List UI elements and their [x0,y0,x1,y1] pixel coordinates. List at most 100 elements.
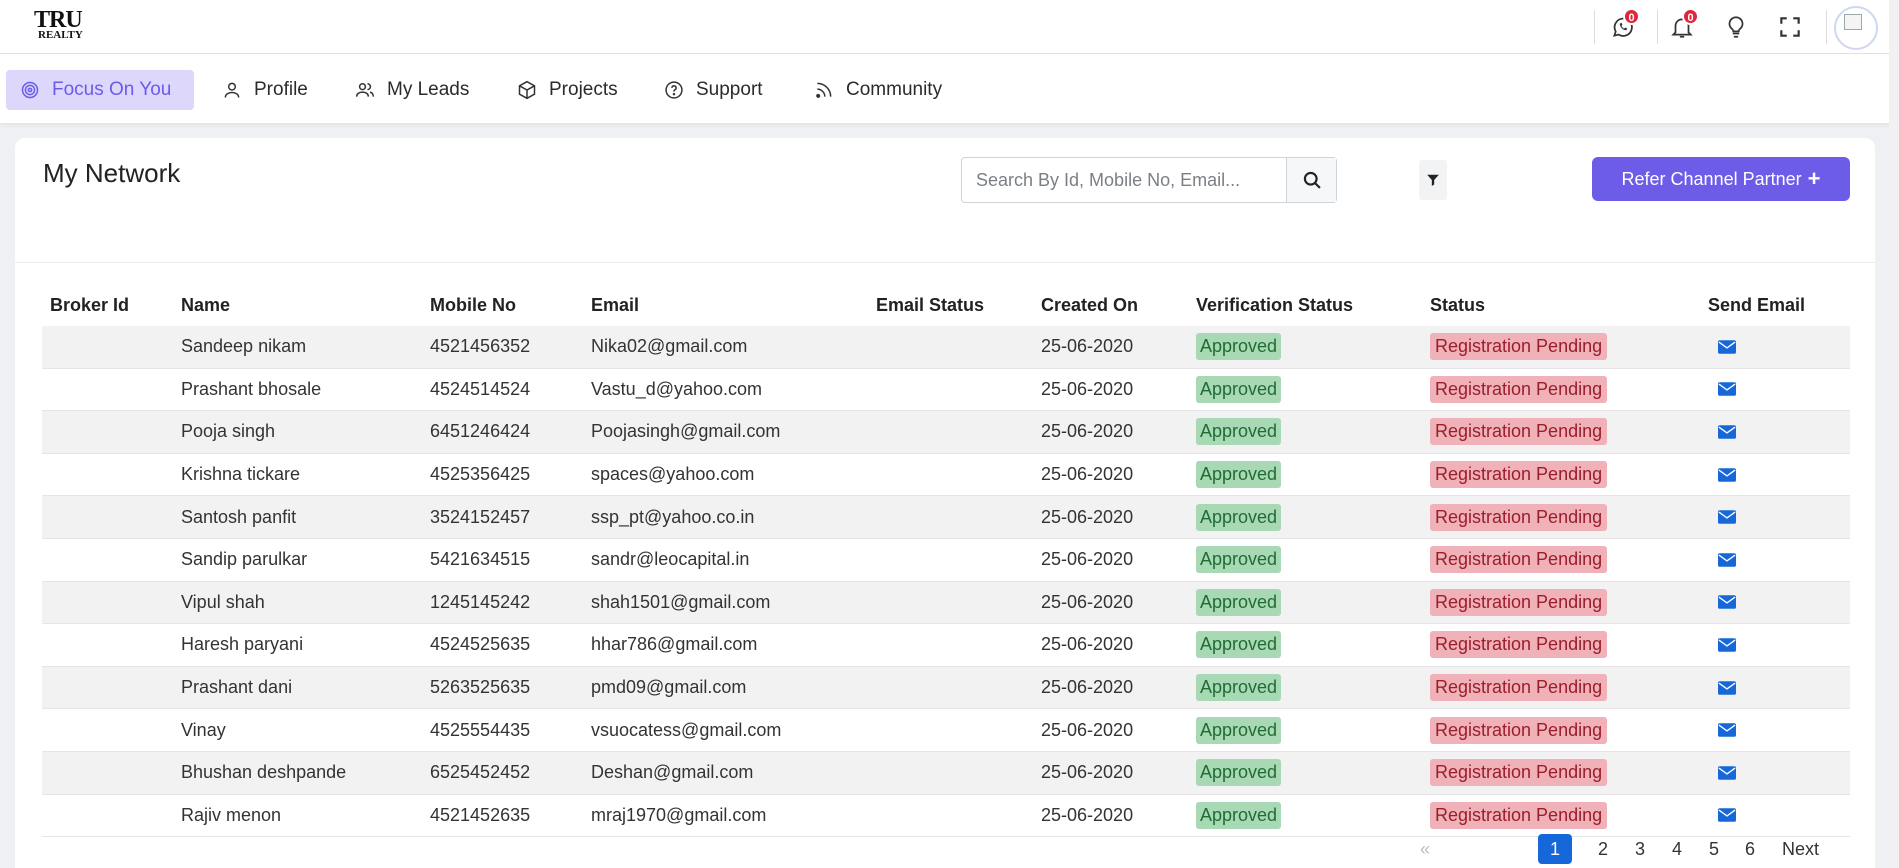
rss-icon [816,82,832,98]
mobile-cell: 6525452452 [430,762,531,783]
envelope-icon [1718,510,1736,524]
column-header[interactable]: Email Status [876,284,984,326]
column-header[interactable]: Email [591,284,639,326]
divider [1826,10,1827,44]
envelope-icon [1718,382,1736,397]
verification-status-badge: Approved [1196,375,1282,403]
status-cell: Registration Pending [1430,752,1608,794]
created-on-cell: 25-06-2020 [1041,549,1134,570]
column-header[interactable]: Name [181,284,230,326]
nav-focus-on-you[interactable]: Focus On You [6,70,194,110]
page-5-button[interactable]: 5 [1709,834,1719,864]
column-header[interactable]: Verification Status [1196,284,1353,326]
status-badge: Registration Pending [1430,503,1608,531]
user-avatar[interactable] [1834,6,1878,50]
name-cell: Sandeep nikam [181,336,307,357]
mobile-cell: 4521456352 [430,336,531,357]
created-on-cell: 25-06-2020 [1041,421,1134,442]
verification-status-badge: Approved [1196,461,1282,489]
column-header[interactable]: Send Email [1708,284,1805,326]
nav-community[interactable]: Community [800,70,956,110]
verification-status-badge: Approved [1196,418,1282,446]
nav-my-leads[interactable]: My Leads [341,70,483,110]
verification-status-cell: Approved [1196,454,1282,496]
page-2-button[interactable]: 2 [1598,834,1608,864]
status-cell: Registration Pending [1430,454,1608,496]
send-email-button[interactable] [1718,326,1736,368]
email-cell: ssp_pt@yahoo.co.in [591,506,755,527]
table-body: Sandeep nikam 4521456352 Nika02@gmail.com 2… [42,326,1850,838]
verification-status-badge: Approved [1196,716,1282,744]
verification-status-cell: Approved [1196,411,1282,453]
logo-subtext: REALTY [38,29,83,41]
email-cell: Nika02@gmail.com [591,336,748,357]
status-cell: Registration Pending [1430,496,1608,538]
column-header[interactable]: Broker Id [50,284,129,326]
column-header[interactable]: Status [1430,284,1485,326]
email-cell: shah1501@gmail.com [591,591,771,612]
nav-label: My Leads [387,79,470,100]
column-header[interactable]: Mobile No [430,284,516,326]
mobile-cell: 4524525635 [430,634,531,655]
verification-status-cell: Approved [1196,709,1282,751]
status-badge: Registration Pending [1430,631,1608,659]
nav-label: Profile [254,79,308,100]
verification-status-badge: Approved [1196,674,1282,702]
send-email-button[interactable] [1718,411,1736,453]
name-cell: Krishna tickare [181,464,301,485]
search-button[interactable] [1286,158,1336,202]
refer-channel-partner-button[interactable]: Refer Channel Partner + [1592,157,1850,201]
send-email-button[interactable] [1718,539,1736,581]
page-3-button[interactable]: 3 [1635,834,1645,864]
search-box [961,157,1337,203]
name-cell: Vinay [181,719,226,740]
send-email-button[interactable] [1718,709,1736,751]
table-row: Sandip parulkar 5421634515 sandr@leocapita… [42,539,1850,582]
name-cell: Sandip parulkar [181,549,308,570]
filter-icon [1427,174,1439,186]
name-cell: Prashant dani [181,677,293,698]
next-page-button[interactable]: Next » [1782,834,1819,864]
created-on-cell: 25-06-2020 [1041,506,1134,527]
page-scrollbar[interactable] [1889,0,1899,868]
envelope-icon [1718,553,1736,567]
column-header[interactable]: Created On [1041,284,1138,326]
envelope-icon [1718,340,1736,354]
search-input[interactable] [962,158,1286,202]
page-4-button[interactable]: 4 [1672,834,1682,864]
previous-page-button[interactable]: « Previous [1420,834,1490,864]
nav-projects[interactable]: Projects [503,70,632,110]
email-cell: hhar786@gmail.com [591,634,758,655]
mobile-cell: 5263525635 [430,677,531,698]
nav-profile[interactable]: Profile [208,70,322,110]
nav-support[interactable]: Support [650,70,777,110]
divider [15,262,1875,263]
my-network-card: My Network Refer Channel Partner + Broke… [15,138,1875,868]
table-row: Pooja singh 6451246424 Poojasingh@gmail.co… [42,411,1850,454]
user-icon [224,82,240,98]
send-email-button[interactable] [1718,582,1736,624]
page-6-button[interactable]: 6 [1745,834,1755,864]
fullscreen-button[interactable] [1769,8,1811,46]
created-on-cell: 25-06-2020 [1041,378,1134,399]
notifications-button[interactable]: 0 [1661,8,1703,46]
send-email-button[interactable] [1718,496,1736,538]
filter-button[interactable] [1419,160,1447,200]
verification-status-badge: Approved [1196,631,1282,659]
verification-status-cell: Approved [1196,496,1282,538]
status-badge: Registration Pending [1430,588,1608,616]
status-cell: Registration Pending [1430,539,1608,581]
send-email-button[interactable] [1718,795,1736,837]
tru-realty-logo[interactable]: TRU REALTY [34,8,90,46]
send-email-button[interactable] [1718,752,1736,794]
status-cell: Registration Pending [1430,326,1608,368]
send-email-button[interactable] [1718,369,1736,411]
send-email-button[interactable] [1718,454,1736,496]
ideas-button[interactable] [1715,8,1757,46]
whatsapp-button[interactable]: 0 [1602,8,1644,46]
send-email-button[interactable] [1718,624,1736,666]
page-1-button[interactable]: 1 [1538,834,1572,864]
mobile-cell: 4525356425 [430,464,531,485]
mobile-cell: 6451246424 [430,421,531,442]
send-email-button[interactable] [1718,667,1736,709]
